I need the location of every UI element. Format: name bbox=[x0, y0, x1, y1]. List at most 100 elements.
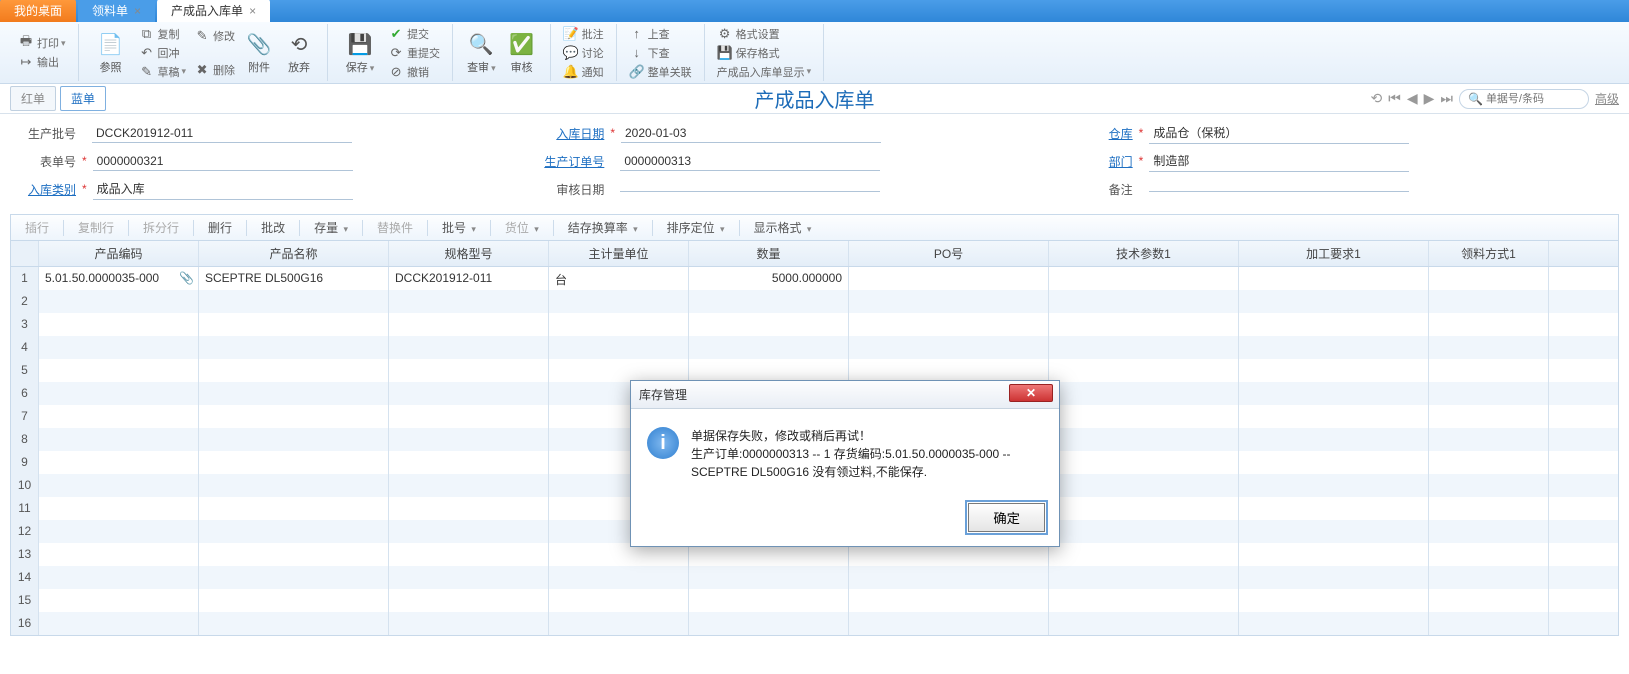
col-proc[interactable]: 加工要求1 bbox=[1239, 241, 1429, 266]
attach-button[interactable]: 📎附件 bbox=[239, 28, 279, 77]
delete-button[interactable]: ✖删除 bbox=[190, 61, 239, 79]
cell-spec[interactable] bbox=[389, 336, 549, 359]
cell-code[interactable] bbox=[39, 336, 199, 359]
tab-desktop[interactable]: 我的桌面 bbox=[0, 0, 76, 22]
cell-unit[interactable] bbox=[549, 313, 689, 336]
cell-name[interactable] bbox=[199, 336, 389, 359]
label-warehouse[interactable]: 仓库 bbox=[1071, 125, 1133, 142]
cell-qty[interactable]: 5000.000000 bbox=[689, 267, 849, 290]
cell-name[interactable] bbox=[199, 359, 389, 382]
cell-spec[interactable] bbox=[389, 612, 549, 635]
insert-row-button[interactable]: 插行 bbox=[17, 216, 57, 239]
cell-proc[interactable] bbox=[1239, 612, 1429, 635]
conversion-button[interactable]: 结存换算率 ▾ bbox=[560, 216, 646, 239]
cell-code[interactable] bbox=[39, 428, 199, 451]
cell-mat[interactable] bbox=[1429, 382, 1549, 405]
cell-mat[interactable] bbox=[1429, 267, 1549, 290]
cell-mat[interactable] bbox=[1429, 359, 1549, 382]
cell-po[interactable] bbox=[849, 267, 1049, 290]
cell-unit[interactable]: 台 bbox=[549, 267, 689, 290]
cell-mat[interactable] bbox=[1429, 290, 1549, 313]
cell-spec[interactable] bbox=[389, 382, 549, 405]
cell-tech[interactable] bbox=[1049, 290, 1239, 313]
audit-button[interactable]: ✅审核 bbox=[502, 28, 542, 77]
cell-tech[interactable] bbox=[1049, 566, 1239, 589]
cell-proc[interactable] bbox=[1239, 497, 1429, 520]
field-in-type[interactable]: 成品入库 bbox=[93, 178, 353, 200]
cell-mat[interactable] bbox=[1429, 474, 1549, 497]
cell-code[interactable] bbox=[39, 612, 199, 635]
cell-code[interactable] bbox=[39, 520, 199, 543]
tab-finished-goods[interactable]: 产成品入库单× bbox=[157, 0, 270, 22]
cell-spec[interactable] bbox=[389, 451, 549, 474]
cell-proc[interactable] bbox=[1239, 290, 1429, 313]
table-row[interactable]: 16 bbox=[11, 612, 1618, 635]
col-mat[interactable]: 领料方式1 bbox=[1429, 241, 1549, 266]
cell-spec[interactable] bbox=[389, 290, 549, 313]
col-tech[interactable]: 技术参数1 bbox=[1049, 241, 1239, 266]
cell-proc[interactable] bbox=[1239, 474, 1429, 497]
cell-code[interactable] bbox=[39, 474, 199, 497]
first-icon[interactable]: ⏮ bbox=[1388, 90, 1401, 107]
cell-proc[interactable] bbox=[1239, 451, 1429, 474]
cell-spec[interactable] bbox=[389, 313, 549, 336]
review-button[interactable]: 🔍查审▾ bbox=[461, 28, 502, 77]
cell-tech[interactable] bbox=[1049, 382, 1239, 405]
prev-icon[interactable]: ◀ bbox=[1407, 90, 1418, 107]
cell-name[interactable] bbox=[199, 497, 389, 520]
cell-po[interactable] bbox=[849, 566, 1049, 589]
cell-qty[interactable] bbox=[689, 589, 849, 612]
cell-mat[interactable] bbox=[1429, 451, 1549, 474]
cell-mat[interactable] bbox=[1429, 589, 1549, 612]
field-prod-order[interactable]: 0000000313 bbox=[620, 152, 880, 171]
cell-po[interactable] bbox=[849, 336, 1049, 359]
stock-button[interactable]: 存量 ▾ bbox=[306, 216, 356, 239]
cell-spec[interactable] bbox=[389, 405, 549, 428]
cell-proc[interactable] bbox=[1239, 359, 1429, 382]
cell-spec[interactable] bbox=[389, 520, 549, 543]
cell-tech[interactable] bbox=[1049, 474, 1239, 497]
col-spec[interactable]: 规格型号 bbox=[389, 241, 549, 266]
format-button[interactable]: ⚙格式设置 bbox=[713, 25, 816, 43]
last-icon[interactable]: ⏭ bbox=[1440, 90, 1453, 107]
discuss-button[interactable]: 💬讨论 bbox=[559, 44, 608, 62]
cell-qty[interactable] bbox=[689, 313, 849, 336]
table-row[interactable]: 5 bbox=[11, 359, 1618, 382]
cell-mat[interactable] bbox=[1429, 520, 1549, 543]
cell-code[interactable] bbox=[39, 543, 199, 566]
close-icon[interactable]: × bbox=[249, 4, 256, 18]
cell-qty[interactable] bbox=[689, 359, 849, 382]
cell-name[interactable] bbox=[199, 612, 389, 635]
cell-spec[interactable] bbox=[389, 474, 549, 497]
cell-name[interactable] bbox=[199, 474, 389, 497]
cell-po[interactable] bbox=[849, 612, 1049, 635]
label-in-type[interactable]: 入库类别 bbox=[14, 181, 76, 198]
next-icon[interactable]: ▶ bbox=[1424, 90, 1435, 107]
submit-button[interactable]: ✔提交 bbox=[384, 25, 444, 43]
cell-qty[interactable] bbox=[689, 612, 849, 635]
cell-qty[interactable] bbox=[689, 336, 849, 359]
cell-proc[interactable] bbox=[1239, 405, 1429, 428]
table-row[interactable]: 14 bbox=[11, 566, 1618, 589]
cell-name[interactable]: SCEPTRE DL500G16 bbox=[199, 267, 389, 290]
revoke-button[interactable]: ⊘撤销 bbox=[384, 63, 444, 81]
cell-code[interactable] bbox=[39, 359, 199, 382]
trace-up-button[interactable]: ↑上查 bbox=[625, 25, 696, 43]
field-in-date[interactable]: 2020-01-03 bbox=[621, 124, 881, 143]
cell-spec[interactable] bbox=[389, 497, 549, 520]
cell-tech[interactable] bbox=[1049, 520, 1239, 543]
cell-mat[interactable] bbox=[1429, 313, 1549, 336]
cell-code[interactable] bbox=[39, 566, 199, 589]
cell-tech[interactable] bbox=[1049, 428, 1239, 451]
cell-tech[interactable] bbox=[1049, 612, 1239, 635]
display-mode-button[interactable]: 产成品入库单显示▾ bbox=[713, 63, 816, 81]
cell-name[interactable] bbox=[199, 566, 389, 589]
trace-down-button[interactable]: ↓下查 bbox=[625, 44, 696, 62]
save-button[interactable]: 💾保存▾ bbox=[336, 28, 384, 77]
display-format-button[interactable]: 显示格式 ▾ bbox=[746, 216, 820, 239]
col-code[interactable]: 产品编码 bbox=[39, 241, 199, 266]
advanced-search-link[interactable]: 高级 bbox=[1595, 90, 1619, 107]
abandon-button[interactable]: ⟲放弃 bbox=[279, 28, 319, 77]
col-qty[interactable]: 数量 bbox=[689, 241, 849, 266]
save-format-button[interactable]: 💾保存格式 bbox=[713, 44, 816, 62]
